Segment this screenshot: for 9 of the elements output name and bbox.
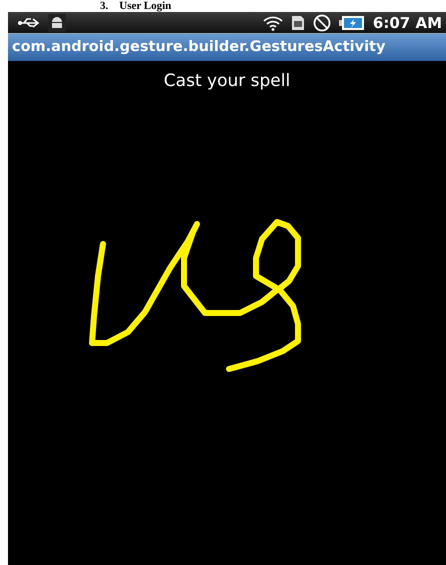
window-title: com.android.gesture.builder.GesturesActivity (8, 33, 446, 61)
no-sign-icon (312, 14, 331, 32)
usb-icon (18, 16, 40, 28)
prompt-text: Cast your spell (164, 71, 290, 91)
document-heading: 3. User Login (99, 0, 172, 12)
battery-icon (338, 14, 365, 30)
wifi-icon (262, 14, 283, 30)
status-time: 6:07 AM (372, 14, 442, 32)
sim-card-icon (290, 14, 305, 30)
